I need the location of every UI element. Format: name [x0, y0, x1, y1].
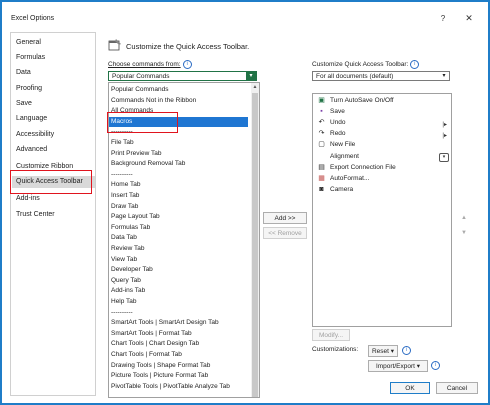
qat-item-camera[interactable]: ◙ Camera: [317, 185, 353, 195]
list-item[interactable]: Picture Tools | Picture Format Tab: [111, 371, 208, 381]
submenu-arrow-icon: |▸: [442, 133, 447, 139]
list-item[interactable]: All Commands: [111, 106, 153, 116]
list-item[interactable]: Print Preview Tab: [111, 149, 161, 159]
camera-icon: ◙: [319, 186, 324, 193]
qat-customize-icon: [108, 39, 121, 51]
sidebar-item-trust-center[interactable]: Trust Center: [16, 209, 55, 221]
list-item[interactable]: Review Tab: [111, 244, 144, 254]
customize-qat-dropdown[interactable]: For all documents (default) ▾: [312, 71, 450, 81]
qat-commands-list[interactable]: ▣ Turn AutoSave On/Off ▪ Save ↶ Undo ↷ Redo …: [312, 93, 452, 327]
save-icon: ▪: [320, 108, 323, 115]
options-sidebar: General Formulas Data Proofing Save Lang…: [10, 32, 96, 396]
qat-item-export-connection[interactable]: ▤ Export Connection File: [317, 163, 396, 173]
info-icon: i: [410, 60, 420, 69]
list-item[interactable]: SmartArt Tools | SmartArt Design Tab: [111, 318, 219, 328]
list-item[interactable]: Commands Not in the Ribbon: [111, 96, 196, 106]
redo-icon: ↷: [318, 130, 325, 137]
list-item[interactable]: SmartArt Tools | Format Tab: [111, 329, 192, 339]
autosave-icon: ▣: [318, 97, 325, 104]
list-item[interactable]: Insert Tab: [111, 191, 139, 201]
list-item[interactable]: Data Tab: [111, 233, 137, 243]
list-separator: ----------: [111, 128, 133, 136]
export-connection-icon: ▤: [318, 164, 325, 171]
sidebar-item-proofing[interactable]: Proofing: [16, 83, 42, 95]
qat-item-save[interactable]: ▪ Save: [317, 107, 345, 117]
customizations-label: Customizations:: [312, 346, 359, 353]
reset-button[interactable]: Reset ▾: [368, 345, 398, 357]
help-button[interactable]: ?: [436, 14, 450, 23]
list-item[interactable]: Query Tab: [111, 276, 141, 286]
dropdown-arrow-icon: ▾: [439, 153, 449, 162]
list-item[interactable]: Draw Tab: [111, 202, 138, 212]
qat-item-autoformat[interactable]: ▦ AutoFormat...: [317, 174, 369, 184]
modify-button[interactable]: Modify...: [312, 329, 350, 341]
ok-button[interactable]: OK: [390, 382, 430, 394]
list-item[interactable]: Chart Tools | Chart Design Tab: [111, 339, 199, 349]
excel-options-dialog: Excel Options ? ✕ General Formulas Data …: [0, 0, 490, 405]
sidebar-item-language[interactable]: Language: [16, 113, 47, 125]
list-item[interactable]: Help Tab: [111, 297, 137, 307]
commands-list-scrollbar[interactable]: ▲: [251, 83, 259, 397]
choose-commands-dropdown[interactable]: Popular Commands ▾: [108, 71, 257, 81]
list-item[interactable]: Chart Tools | Format Tab: [111, 350, 182, 360]
page-heading: Customize the Quick Access Toolbar.: [126, 42, 250, 51]
new-file-icon: ▢: [318, 141, 325, 148]
list-item[interactable]: Macros: [109, 116, 248, 127]
info-icon: i: [182, 60, 192, 69]
info-icon: i: [402, 346, 411, 355]
cancel-button[interactable]: Cancel: [436, 382, 478, 394]
qat-item-undo[interactable]: ↶ Undo: [317, 118, 346, 128]
sidebar-item-accessibility[interactable]: Accessibility: [16, 129, 54, 141]
qat-item-redo[interactable]: ↷ Redo: [317, 129, 346, 139]
list-item[interactable]: Page Layout Tab: [111, 212, 160, 222]
list-item[interactable]: Drawing Tools | Shape Format Tab: [111, 361, 210, 371]
chevron-down-icon: ▾: [246, 72, 256, 80]
commands-source-list[interactable]: Popular Commands Commands Not in the Ribb…: [108, 82, 260, 398]
list-separator: ----------: [111, 170, 133, 178]
chevron-down-icon: ▾: [442, 73, 446, 79]
list-item[interactable]: File Tab: [111, 138, 134, 148]
undo-icon: ↶: [318, 119, 325, 126]
list-item[interactable]: View Tab: [111, 255, 137, 265]
sidebar-item-save[interactable]: Save: [16, 98, 32, 110]
qat-item-alignment[interactable]: Alignment: [317, 152, 359, 162]
sidebar-item-add-ins[interactable]: Add-ins: [16, 193, 40, 205]
close-button[interactable]: ✕: [462, 13, 476, 24]
sidebar-item-formulas[interactable]: Formulas: [16, 52, 45, 64]
info-icon: i: [431, 361, 440, 370]
move-up-button[interactable]: ▲: [457, 212, 471, 224]
sidebar-item-quick-access-toolbar[interactable]: Quick Access Toolbar: [12, 176, 95, 188]
submenu-arrow-icon: |▸: [442, 122, 447, 128]
autoformat-icon: ▦: [318, 175, 325, 182]
scroll-thumb[interactable]: [252, 93, 258, 397]
list-item[interactable]: Home Tab: [111, 180, 141, 190]
customize-qat-label: Customize Quick Access Toolbar: i: [312, 60, 420, 69]
move-down-button[interactable]: ▼: [457, 227, 471, 239]
list-item[interactable]: Add-ins Tab: [111, 286, 145, 296]
dialog-title: Excel Options: [11, 15, 55, 22]
import-export-button[interactable]: Import/Export ▾: [368, 360, 428, 372]
list-item[interactable]: Formulas Tab: [111, 223, 150, 233]
list-item[interactable]: Developer Tab: [111, 265, 153, 275]
title-bar: Excel Options ? ✕: [2, 2, 488, 34]
sidebar-item-customize-ribbon[interactable]: Customize Ribbon: [16, 161, 73, 173]
list-item[interactable]: Background Removal Tab: [111, 159, 185, 169]
list-item[interactable]: Popular Commands: [111, 85, 168, 95]
sidebar-item-advanced[interactable]: Advanced: [16, 144, 47, 156]
qat-item-new-file[interactable]: ▢ New File: [317, 140, 355, 150]
list-item[interactable]: PivotTable Tools | PivotTable Analyze Ta…: [111, 382, 230, 392]
sidebar-item-general[interactable]: General: [16, 37, 41, 49]
add-button[interactable]: Add >>: [263, 212, 307, 224]
sidebar-item-data[interactable]: Data: [16, 67, 31, 79]
qat-item-autosave[interactable]: ▣ Turn AutoSave On/Off: [317, 96, 393, 106]
scroll-up-icon[interactable]: ▲: [251, 83, 259, 92]
list-separator: ----------: [111, 308, 133, 316]
remove-button[interactable]: << Remove: [263, 227, 307, 239]
choose-commands-label: Choose commands from: i: [108, 60, 192, 69]
